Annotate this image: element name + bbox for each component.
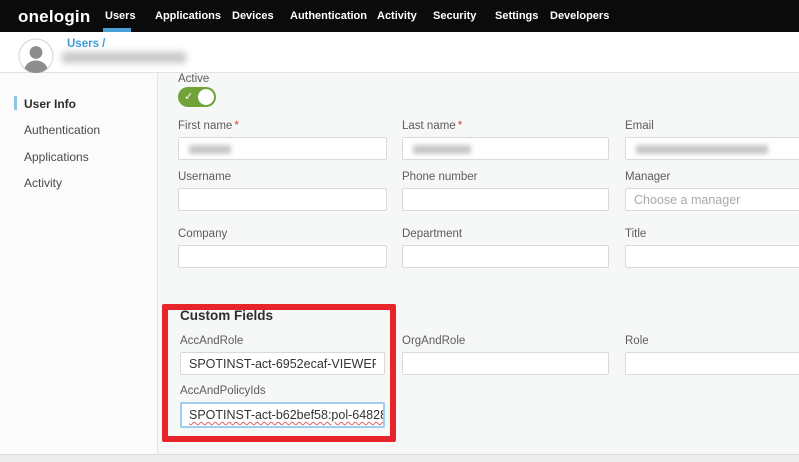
company-label: Company xyxy=(178,228,387,241)
onelogin-admin-page: onelogin Users Applications Devices Auth… xyxy=(0,0,799,462)
nav-item-security[interactable]: Security xyxy=(433,10,476,22)
redacted-user-name xyxy=(62,52,186,63)
user-info-form: Active ✓ First name* Last name* Email Us… xyxy=(158,73,799,454)
org-and-role-label: OrgAndRole xyxy=(402,335,609,348)
department-input[interactable] xyxy=(402,245,609,268)
username-label: Username xyxy=(178,171,387,184)
field-username: Username xyxy=(178,171,387,211)
email-label: Email xyxy=(625,120,799,133)
acc-and-role-label: AccAndRole xyxy=(180,335,385,348)
check-icon: ✓ xyxy=(184,90,193,103)
active-toggle[interactable]: ✓ xyxy=(178,87,216,107)
nav-item-devices[interactable]: Devices xyxy=(232,10,274,22)
field-company: Company xyxy=(178,228,387,268)
nav-item-settings[interactable]: Settings xyxy=(495,10,538,22)
onelogin-logo: onelogin xyxy=(18,7,90,27)
manager-label: Manager xyxy=(625,171,799,184)
nav-item-users[interactable]: Users xyxy=(105,10,136,22)
nav-item-developers[interactable]: Developers xyxy=(550,10,609,22)
top-nav: onelogin Users Applications Devices Auth… xyxy=(0,0,799,32)
field-org-and-role: OrgAndRole xyxy=(402,335,609,375)
redacted-email xyxy=(636,145,768,154)
field-role: Role xyxy=(625,335,799,375)
active-label: Active xyxy=(178,73,209,85)
acc-and-policy-ids-input[interactable]: SPOTINST-act-b62bef58:pol-64828f58 xyxy=(180,402,385,428)
required-asterisk: * xyxy=(234,120,238,132)
sidebar-item-applications[interactable]: Applications xyxy=(24,150,89,164)
nav-item-applications[interactable]: Applications xyxy=(155,10,221,22)
sidebar-item-activity[interactable]: Activity xyxy=(24,176,62,190)
redacted-last-name xyxy=(413,145,471,154)
company-input[interactable] xyxy=(178,245,387,268)
field-first-name: First name* xyxy=(178,120,387,160)
first-name-label: First name xyxy=(178,120,232,132)
toggle-knob xyxy=(198,89,214,105)
first-name-input[interactable] xyxy=(178,137,387,160)
nav-item-authentication[interactable]: Authentication xyxy=(290,10,367,22)
acc-and-role-input[interactable] xyxy=(180,352,385,375)
redacted-first-name xyxy=(189,145,231,154)
breadcrumb-users-link[interactable]: Users / xyxy=(67,38,105,50)
user-sidebar: User Info Authentication Applications Ac… xyxy=(0,73,158,454)
field-manager: Manager xyxy=(625,171,799,211)
acc-and-policy-ids-value: SPOTINST-act-b62bef58:pol-64828f58 xyxy=(189,408,385,422)
role-input[interactable] xyxy=(625,352,799,375)
user-avatar-icon xyxy=(18,38,54,74)
sidebar-item-authentication[interactable]: Authentication xyxy=(24,123,100,137)
last-name-input[interactable] xyxy=(402,137,609,160)
custom-fields-heading: Custom Fields xyxy=(180,308,273,323)
acc-and-policy-ids-label: AccAndPolicyIds xyxy=(180,385,385,398)
phone-number-input[interactable] xyxy=(402,188,609,211)
field-last-name: Last name* xyxy=(402,120,609,160)
field-acc-and-policy-ids: AccAndPolicyIds SPOTINST-act-b62bef58:po… xyxy=(180,385,385,428)
last-name-label: Last name xyxy=(402,120,456,132)
org-and-role-input[interactable] xyxy=(402,352,609,375)
department-label: Department xyxy=(402,228,609,241)
nav-item-activity[interactable]: Activity xyxy=(377,10,417,22)
field-acc-and-role: AccAndRole xyxy=(180,335,385,375)
phone-number-label: Phone number xyxy=(402,171,609,184)
sidebar-item-user-info[interactable]: User Info xyxy=(24,97,76,111)
field-title: Title xyxy=(625,228,799,268)
sidebar-active-indicator xyxy=(14,96,17,110)
page-header: Users / xyxy=(0,32,799,73)
field-department: Department xyxy=(402,228,609,268)
username-input[interactable] xyxy=(178,188,387,211)
title-input[interactable] xyxy=(625,245,799,268)
title-label: Title xyxy=(625,228,799,241)
email-input[interactable] xyxy=(625,137,799,160)
field-email: Email xyxy=(625,120,799,160)
field-phone-number: Phone number xyxy=(402,171,609,211)
role-label: Role xyxy=(625,335,799,348)
footer-strip xyxy=(0,454,799,462)
required-asterisk: * xyxy=(458,120,462,132)
manager-select[interactable] xyxy=(625,188,799,211)
